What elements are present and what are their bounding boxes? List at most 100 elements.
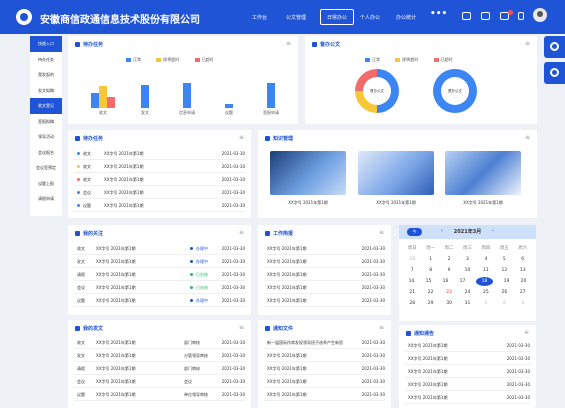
sidebar-item-room-booking[interactable]: 会议室预定 <box>30 160 62 176</box>
calendar-day[interactable]: 7 <box>403 265 421 276</box>
news-image-3[interactable] <box>445 151 521 195</box>
table-row[interactable]: 请假 XX字号 2021年第1期 已办结 2021-03-30 <box>74 268 245 281</box>
more-icon[interactable]: ≡ <box>525 40 530 47</box>
news-image-1[interactable] <box>270 151 346 195</box>
table-row[interactable]: 议题 XX字号 2021年第1期 单位领导审核 2021-03-30 <box>74 388 245 401</box>
calendar-day[interactable]: 29 <box>421 298 439 309</box>
table-row[interactable]: XX字号 2021年第1期 2021-03-30 <box>405 365 530 378</box>
more-icon[interactable]: ≡ <box>239 229 244 236</box>
sidebar-item-receive-register[interactable]: 收文登记 <box>30 98 62 114</box>
table-row[interactable]: 会议 XX字号 2021年第1期 2021-03-30 <box>74 186 245 199</box>
table-row[interactable]: XX字号 2021年第1期 2021-03-30 <box>264 375 385 388</box>
exit-icon[interactable] <box>518 12 524 20</box>
news-caption[interactable]: XX字号 2021年第1期 <box>270 200 346 206</box>
next-month-icon[interactable]: › <box>492 228 494 234</box>
table-row[interactable]: 发文 XX字号 2021年第1期 办理中 2021-03-30 <box>74 255 245 268</box>
sidebar-item-meeting-signup[interactable]: 会议报名 <box>30 145 62 161</box>
sidebar-item-leave-request[interactable]: 请假申请 <box>30 191 62 207</box>
table-row[interactable]: 会议 XX字号 2021年第1期 会议 2021-03-30 <box>74 375 245 388</box>
calendar-day[interactable]: 28 <box>403 254 421 265</box>
calendar-day[interactable]: 30 <box>440 298 458 309</box>
calendar-day[interactable]: 1 <box>421 254 439 265</box>
news-caption[interactable]: XX字号 2021年第1期 <box>445 200 521 206</box>
calendar-day[interactable]: 16 <box>437 276 454 287</box>
nav-workbench[interactable]: 工作台 <box>252 14 267 21</box>
calendar-day[interactable]: 31 <box>458 298 476 309</box>
more-icon[interactable]: ≡ <box>286 40 291 47</box>
table-row[interactable]: 请假 XX字号 2021年第1期 部门审核 2021-03-30 <box>74 362 245 375</box>
user-avatar[interactable] <box>533 8 547 22</box>
nav-office-statistics[interactable]: 办公统计 <box>396 14 416 21</box>
calendar-day[interactable]: 3 <box>514 298 532 309</box>
table-row[interactable]: XX字号 2021年第1期 2021-03-30 <box>264 255 385 268</box>
nav-daily-office[interactable]: 日常办公 <box>320 9 355 25</box>
table-row[interactable]: 会议 XX字号 2021年第1期 已办结 2021-03-30 <box>74 281 245 294</box>
sidebar-item-draft-dispatch[interactable]: 发文拟稿 <box>30 83 62 99</box>
settings-tool[interactable] <box>544 36 565 58</box>
table-row[interactable]: XX字号 2021年第1期 2021-03-30 <box>264 362 385 375</box>
calendar-day[interactable]: 21 <box>403 287 421 298</box>
calendar-day[interactable]: 2 <box>440 254 458 265</box>
table-row[interactable]: XX字号 2021年第1期 2021-03-30 <box>264 294 385 307</box>
table-row[interactable]: XX字号 2021年第1期 2021-03-30 <box>264 242 385 255</box>
calendar-day[interactable]: 19 <box>498 276 515 287</box>
more-icon[interactable]: ≡ <box>524 329 529 336</box>
calendar-day[interactable]: 10 <box>458 265 476 276</box>
news-caption[interactable]: XX字号 2021年第1期 <box>358 200 434 206</box>
table-row[interactable]: 发文 XX字号 2021年第1期 分管领导审核 2021-03-30 <box>74 349 245 362</box>
table-row[interactable]: XX字号 2021年第1期 2021-03-30 <box>264 281 385 294</box>
table-row[interactable]: XX字号 2021年第1期 2021-03-30 <box>405 378 530 391</box>
table-row[interactable]: XX字号 2021年第1期 2021-03-30 <box>405 352 530 365</box>
table-row[interactable]: XX字号 2021年第1期 2021-03-30 <box>264 349 385 362</box>
calendar-day[interactable]: 28 <box>403 298 421 309</box>
message-icon[interactable] <box>462 12 471 20</box>
nav-doc-management[interactable]: 公文管理 <box>286 14 306 21</box>
table-row[interactable]: 议题 XX字号 2021年第1期 2021-03-30 <box>74 199 245 212</box>
calendar-day[interactable]: 22 <box>421 287 439 298</box>
calendar-day[interactable]: 2 <box>495 298 513 309</box>
calendar-day[interactable]: 1 <box>477 298 495 309</box>
table-row[interactable]: XX字号 2021年第1期 2021-03-30 <box>405 391 530 404</box>
nav-personal-office[interactable]: 个人办公 <box>360 14 380 21</box>
mail-icon[interactable] <box>481 12 490 20</box>
calendar-day[interactable]: 11 <box>477 265 495 276</box>
calendar-day[interactable]: 12 <box>495 265 513 276</box>
sidebar-item-sign-draft[interactable]: 签报拟稿 <box>30 114 62 130</box>
calendar-day[interactable]: 5 <box>495 254 513 265</box>
sidebar-item-todo[interactable]: 待办任务 <box>30 52 62 68</box>
more-icon[interactable]: ≡ <box>379 324 384 331</box>
news-image-2[interactable] <box>358 151 434 195</box>
sidebar-item-leader-activity[interactable]: 领导活动 <box>30 129 62 145</box>
calendar-day[interactable]: 9 <box>440 265 458 276</box>
table-row[interactable]: XX字号 2021年第1期 2021-03-30 <box>264 388 385 401</box>
calendar-day-selected[interactable]: 18 <box>476 277 493 286</box>
more-icon[interactable]: ≡ <box>239 134 244 141</box>
calendar-day[interactable]: 26 <box>495 287 513 298</box>
calendar-day[interactable]: 3 <box>458 254 476 265</box>
table-row[interactable]: 收文 XX字号 2021年第1期 2021-03-30 <box>74 147 245 160</box>
table-row[interactable]: 收文 XX字号 2021年第1期 部门审核 2021-03-30 <box>74 336 245 349</box>
calendar-day[interactable]: 14 <box>403 276 420 287</box>
table-row[interactable]: 收文 XX字号 2021年第1期 2021-03-30 <box>74 160 245 173</box>
table-row[interactable]: XX字号 2021年第1期 2021-03-30 <box>264 268 385 281</box>
calendar-day[interactable]: 24 <box>458 287 476 298</box>
table-row[interactable]: 新一届国际作商发现领导班子选举产生新思 2021-03-30 <box>264 336 385 349</box>
sidebar-item-quick-entry[interactable]: 快捷入口 <box>30 36 62 52</box>
calendar-day[interactable]: 17 <box>454 276 471 287</box>
calendar-day[interactable]: 27 <box>514 287 532 298</box>
more-icon[interactable]: ≡ <box>379 229 384 236</box>
calendar-day[interactable]: 20 <box>515 276 532 287</box>
calendar-day[interactable]: 13 <box>514 265 532 276</box>
calendar-day[interactable]: 8 <box>421 265 439 276</box>
more-icon[interactable]: ≡ <box>525 134 530 141</box>
more-icon[interactable]: ≡ <box>239 324 244 331</box>
table-row[interactable]: 收文 XX字号 2021年第1期 办理中 2021-03-30 <box>74 242 245 255</box>
calendar-day[interactable]: 25 <box>477 287 495 298</box>
search-tool[interactable] <box>544 62 565 84</box>
calendar-day-today[interactable]: 23 <box>440 287 458 298</box>
table-row[interactable]: 议题 XX字号 2021年第1期 办理中 2021-03-30 <box>74 294 245 307</box>
calendar-day[interactable]: 15 <box>420 276 437 287</box>
table-row[interactable]: XX字号 2021年第1期 2021-03-30 <box>405 339 530 352</box>
table-row[interactable]: 收文 XX字号 2021年第1期 2021-03-30 <box>74 173 245 186</box>
nav-more-icon[interactable]: ••• <box>430 9 447 19</box>
